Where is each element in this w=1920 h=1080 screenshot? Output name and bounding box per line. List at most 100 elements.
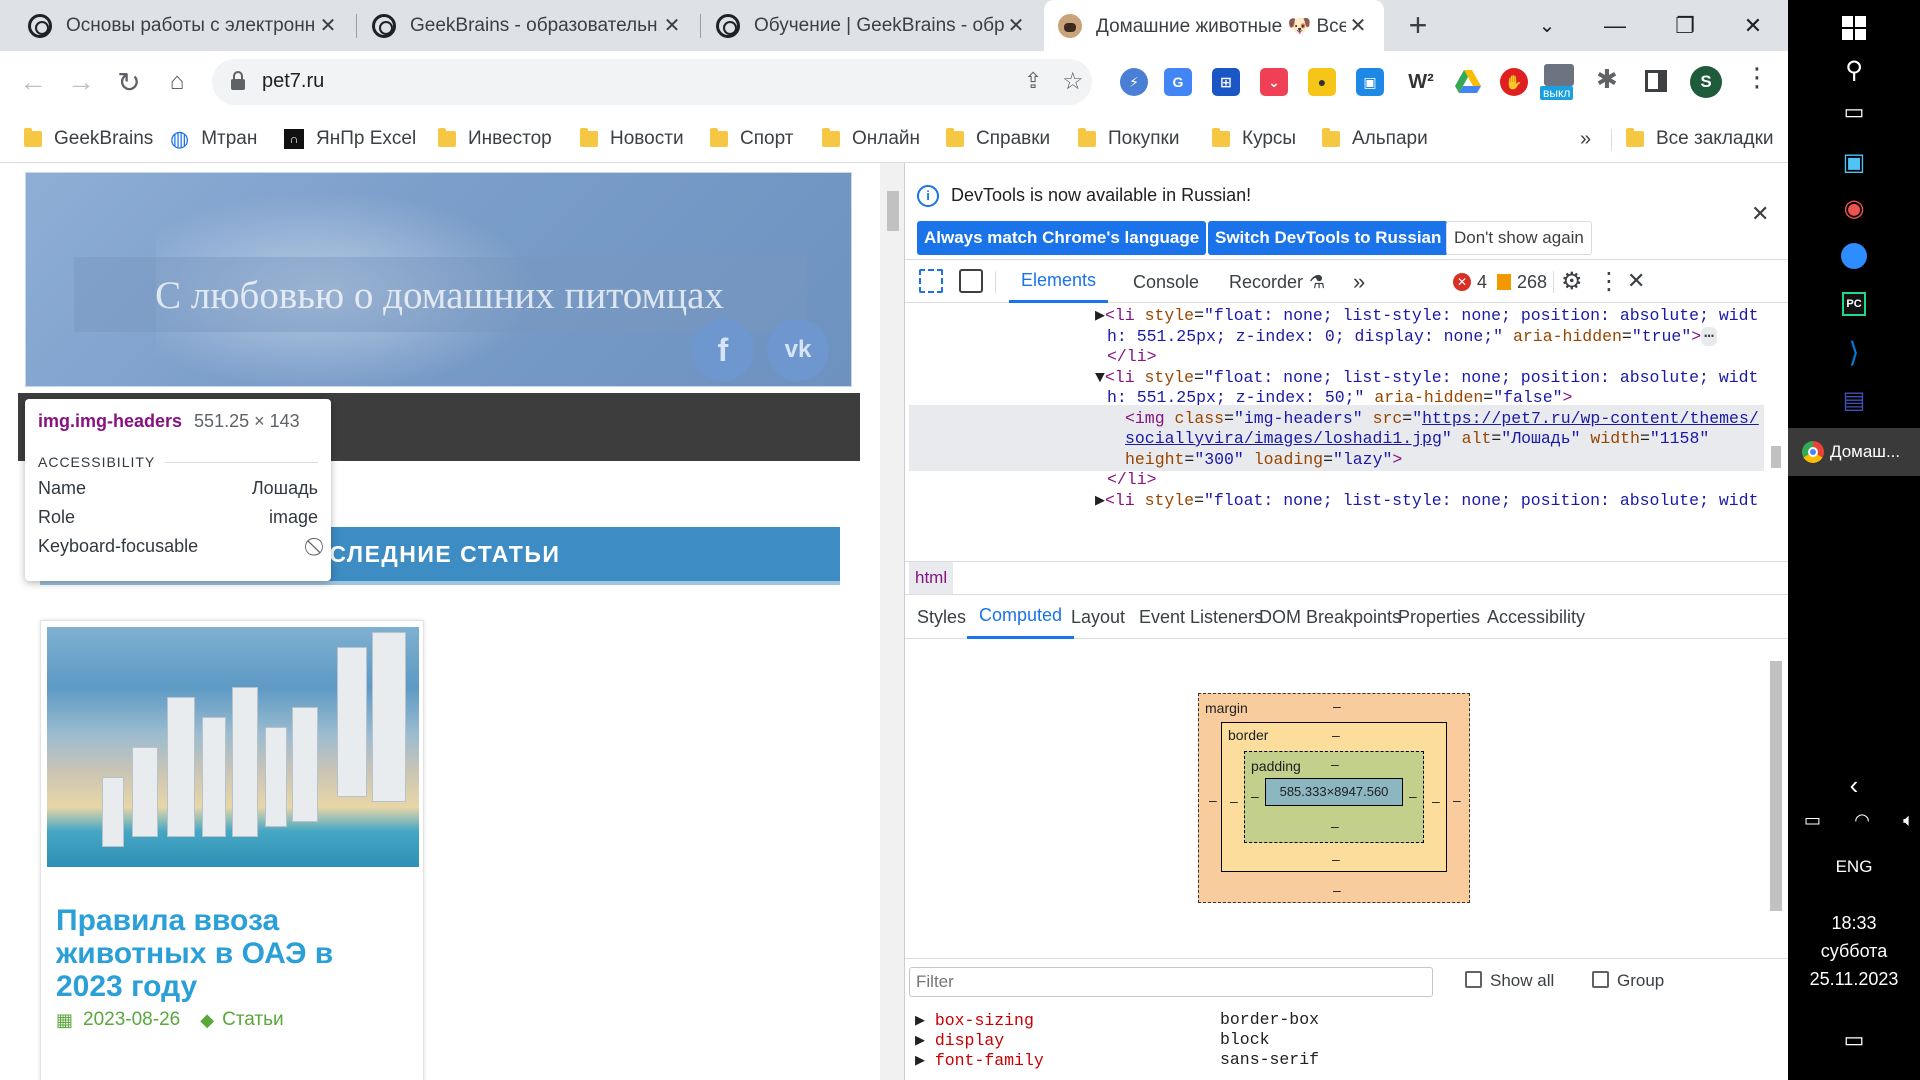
close-devtools-icon[interactable]: ✕ bbox=[1627, 268, 1645, 294]
dom-node-line[interactable]: ▼<li style="float: none; list-style: non… bbox=[1095, 368, 1789, 389]
paint-app-icon[interactable]: ◉ bbox=[1788, 188, 1920, 228]
bookmarks-overflow-button[interactable]: » bbox=[1580, 115, 1591, 163]
group-checkbox[interactable]: Group bbox=[1592, 971, 1664, 991]
tab-elements[interactable]: Elements bbox=[1009, 261, 1109, 303]
computed-property[interactable]: ▶ display block bbox=[915, 1030, 1270, 1050]
facebook-icon[interactable]: f bbox=[692, 319, 754, 381]
side-panel-icon[interactable] bbox=[1645, 70, 1667, 92]
subtab-event-listeners[interactable]: Event Listeners bbox=[1139, 595, 1263, 639]
kebab-menu-icon[interactable]: ⋮ bbox=[1744, 62, 1770, 93]
restore-button[interactable]: ❐ bbox=[1650, 0, 1720, 51]
chrome-taskbar-button[interactable]: Домаш... bbox=[1788, 428, 1920, 476]
vscode-app-icon[interactable]: ⟩ bbox=[1788, 332, 1920, 372]
share-icon[interactable]: ⇪ bbox=[1024, 68, 1042, 94]
close-tab-icon[interactable]: ✕ bbox=[1346, 13, 1370, 38]
article-category-link[interactable]: Статьи bbox=[222, 1009, 284, 1031]
page-scrollbar[interactable] bbox=[880, 163, 904, 1080]
reload-button[interactable]: ↻ bbox=[108, 61, 150, 103]
reader-icon[interactable]: ▣ bbox=[1356, 68, 1384, 96]
more-tabs-button[interactable]: » bbox=[1353, 261, 1365, 303]
vpn-extension-icon[interactable]: выкл bbox=[1540, 64, 1578, 104]
clock-time[interactable]: 18:33 bbox=[1788, 910, 1920, 936]
pycharm-app-icon[interactable]: PC bbox=[1788, 284, 1920, 324]
address-bar[interactable]: pet7.ru ⇪ ☆ bbox=[212, 59, 1092, 105]
url-text[interactable]: pet7.ru bbox=[262, 70, 324, 93]
extension-square-icon[interactable]: ⊞ bbox=[1212, 68, 1240, 96]
search-icon[interactable]: ⚲ bbox=[1788, 50, 1920, 90]
subtab-styles[interactable]: Styles bbox=[917, 595, 966, 639]
error-count[interactable]: ✕ 4 bbox=[1453, 261, 1487, 303]
bookmark-item[interactable]: ◍ Мтран bbox=[170, 115, 257, 163]
browser-tab[interactable]: GeekBrains - образовательн ✕ bbox=[358, 0, 698, 51]
back-button[interactable]: ← bbox=[12, 61, 54, 103]
bookmark-star-icon[interactable]: ☆ bbox=[1062, 67, 1084, 96]
new-tab-button[interactable]: + bbox=[1400, 8, 1436, 44]
bookmark-item[interactable]: ∩ ЯнПр Excel bbox=[284, 115, 416, 163]
bookmark-item[interactable]: GeekBrains bbox=[24, 115, 153, 163]
device-toolbar-icon[interactable] bbox=[959, 269, 983, 293]
subtab-dom-breakpoints[interactable]: DOM Breakpoints bbox=[1259, 595, 1401, 639]
home-button[interactable]: ⌂ bbox=[156, 61, 198, 103]
minimize-button[interactable]: — bbox=[1580, 0, 1650, 51]
save-app-icon[interactable]: ▤ bbox=[1788, 380, 1920, 420]
bookmark-item[interactable]: Курсы bbox=[1212, 115, 1296, 163]
all-bookmarks-button[interactable]: Все закладки bbox=[1626, 115, 1774, 163]
close-tab-icon[interactable]: ✕ bbox=[660, 13, 684, 38]
elements-tree[interactable]: ▶<li style="float: none; list-style: non… bbox=[905, 304, 1789, 554]
bookmark-item[interactable]: Новости bbox=[580, 115, 684, 163]
vk-icon[interactable]: vk bbox=[767, 319, 829, 381]
bookmark-item[interactable]: Спорт bbox=[710, 115, 793, 163]
elements-scrollbar[interactable] bbox=[1767, 304, 1783, 514]
inspect-element-icon[interactable] bbox=[919, 269, 943, 293]
extension-blue-circle-icon[interactable]: ⚡ bbox=[1120, 68, 1148, 96]
tab-search-button[interactable]: ⌄ bbox=[1512, 0, 1582, 51]
bookmark-item[interactable]: Инвестор bbox=[438, 115, 552, 163]
avatar[interactable]: S bbox=[1690, 66, 1722, 98]
close-infobar-icon[interactable]: ✕ bbox=[1751, 201, 1769, 227]
clock-date[interactable]: 25.11.2023 bbox=[1788, 966, 1920, 992]
language-indicator[interactable]: ENG bbox=[1788, 852, 1920, 882]
devtools-menu-icon[interactable]: ⋮ bbox=[1597, 267, 1621, 296]
browser-tab-active[interactable]: Домашние животные 🐶 Все ✕ bbox=[1044, 0, 1384, 51]
bookmark-item[interactable]: Альпари bbox=[1322, 115, 1428, 163]
article-image[interactable] bbox=[47, 627, 419, 867]
wifi-icon[interactable]: ◠ bbox=[1854, 810, 1870, 834]
bookmark-item[interactable]: Справки bbox=[946, 115, 1050, 163]
adblock-icon[interactable]: ✋ bbox=[1500, 68, 1528, 96]
subtab-layout[interactable]: Layout bbox=[1071, 595, 1125, 639]
browser-tab[interactable]: Обучение | GeekBrains - обр ✕ bbox=[702, 0, 1042, 51]
task-view-icon[interactable]: ▭ bbox=[1788, 92, 1920, 132]
extension-yellow-icon[interactable]: ● bbox=[1308, 68, 1336, 96]
subtab-properties[interactable]: Properties bbox=[1398, 595, 1480, 639]
computed-property[interactable]: ▶ font-family sans-serif bbox=[915, 1050, 1319, 1070]
subtab-accessibility[interactable]: Accessibility bbox=[1487, 595, 1585, 639]
article-card[interactable]: Правила ввоза животных в ОАЭ в 2023 году… bbox=[40, 620, 424, 1080]
zoom-app-icon[interactable] bbox=[1788, 236, 1920, 276]
close-tab-icon[interactable]: ✕ bbox=[316, 13, 340, 38]
pocket-icon[interactable]: ⌄ bbox=[1260, 68, 1288, 96]
bookmark-item[interactable]: Покупки bbox=[1078, 115, 1179, 163]
w2-icon[interactable]: W² bbox=[1404, 68, 1438, 96]
bookmark-item[interactable]: Онлайн bbox=[822, 115, 920, 163]
warning-count[interactable]: 268 bbox=[1497, 261, 1547, 303]
show-all-checkbox[interactable]: Show all bbox=[1465, 971, 1554, 991]
tab-recorder[interactable]: Recorder ⚗ bbox=[1229, 261, 1325, 303]
close-window-button[interactable]: ✕ bbox=[1718, 0, 1788, 51]
dont-show-again-button[interactable]: Don't show again bbox=[1446, 221, 1592, 255]
google-drive-icon[interactable] bbox=[1454, 68, 1482, 96]
chevron-left-icon[interactable]: ‹ bbox=[1788, 770, 1920, 800]
notifications-icon[interactable]: ▭ bbox=[1788, 1022, 1920, 1058]
computed-property[interactable]: ▶ box-sizing border-box bbox=[915, 1010, 1319, 1030]
clock-day[interactable]: суббота bbox=[1788, 938, 1920, 964]
windows-start-icon[interactable] bbox=[1788, 8, 1920, 48]
volume-icon[interactable]: 🔈︎ bbox=[1903, 810, 1914, 834]
match-language-button[interactable]: Always match Chrome's language bbox=[917, 221, 1207, 255]
filter-input[interactable] bbox=[909, 967, 1433, 997]
switch-russian-button[interactable]: Switch DevTools to Russian bbox=[1208, 221, 1449, 255]
article-title-link[interactable]: Правила ввоза животных в ОАЭ в 2023 году bbox=[56, 904, 406, 1003]
dom-node-line[interactable]: ▶<li style="float: none; list-style: non… bbox=[1095, 491, 1789, 512]
puzzle-icon[interactable]: ✱ bbox=[1596, 64, 1618, 95]
browser-tab[interactable]: Основы работы с электронн ✕ bbox=[14, 0, 354, 51]
forward-button[interactable]: → bbox=[60, 61, 102, 103]
tab-console[interactable]: Console bbox=[1133, 261, 1199, 303]
